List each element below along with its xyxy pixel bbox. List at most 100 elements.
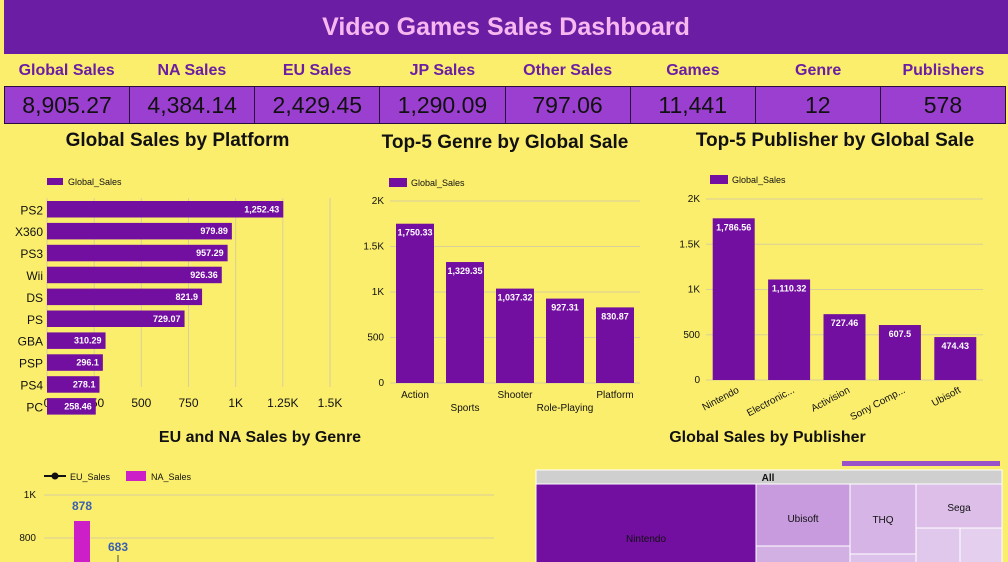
data-label: 821.9 [176, 292, 199, 302]
x-tick-label: 750 [178, 396, 198, 410]
y-tick-label: 1.5K [363, 242, 384, 253]
treemap-label: Sega [947, 503, 971, 514]
category-label: PSP [19, 357, 43, 371]
treemap-label: Ubisoft [787, 514, 818, 525]
data-label: 278.1 [73, 379, 96, 389]
kpi-value-genre: 12 [755, 87, 881, 123]
kpi-label-eu-sales: EU Sales [282, 62, 352, 79]
data-label: 296.1 [76, 358, 99, 368]
data-label: 474.43 [942, 341, 970, 351]
kpi-label-jp-sales: JP Sales [409, 62, 476, 79]
data-label: 310.29 [74, 336, 102, 346]
data-label: 1,786.56 [716, 222, 751, 232]
color-scale-bar [842, 461, 1000, 466]
data-label: 1,252.43 [244, 204, 279, 214]
legend-label: NA_Sales [151, 472, 192, 482]
legend-label: Global_Sales [68, 177, 122, 187]
x-tick-label: 500 [131, 396, 151, 410]
eu-na-chart: EU_Sales NA_Sales 800 1K 878 683 [19, 471, 494, 562]
category-label: Activision [809, 385, 851, 415]
treemap-tile [849, 553, 917, 562]
kpi-value-na-sales: 4,384.14 [130, 87, 256, 123]
data-label: 729.07 [153, 314, 181, 324]
treemap-tile [915, 527, 961, 562]
category-label: PS4 [20, 378, 43, 392]
kpi-value-publishers: 578 [880, 87, 1005, 123]
category-label: Wii [26, 269, 43, 283]
y-tick-label: 1K [372, 287, 385, 298]
x-tick-label: 1.25K [267, 396, 298, 410]
kpi-label-global-sales: Global Sales [18, 62, 115, 79]
kpi-value-other-sales: 797.06 [505, 87, 631, 123]
legend-label: EU_Sales [70, 472, 111, 482]
y-tick-label: 2K [688, 194, 701, 205]
category-label: Sports [451, 403, 480, 414]
legend-marker [51, 472, 59, 480]
y-tick-label: 800 [19, 533, 36, 544]
data-label: 979.89 [200, 226, 228, 236]
data-label: 926.36 [190, 270, 218, 280]
legend-swatch [389, 178, 407, 187]
kpi-values-row: 8,905.27 4,384.14 2,429.45 1,290.09 797.… [4, 86, 1006, 124]
data-label: 830.87 [601, 311, 629, 321]
data-label: 1,110.32 [772, 284, 807, 294]
publisher-bar-chart: 0 500 1K 1.5K 2K Global_Sales 1,786.56 Nintendo… [679, 175, 983, 420]
bar [74, 521, 90, 562]
category-label: Action [401, 390, 429, 401]
treemap-title: Global Sales by Publisher [669, 429, 866, 446]
dashboard-title: Video Games Sales Dashboard [4, 0, 1008, 54]
data-label: 1,037.32 [497, 293, 532, 303]
bar [712, 218, 755, 380]
category-label: Electronic... [745, 385, 796, 419]
platform-bar-chart: 02505007501K1.25K1.5KGlobal_Sales1,252.4… [15, 177, 342, 415]
kpi-label-other-sales: Other Sales [523, 62, 613, 79]
treemap-label: Nintendo [626, 534, 666, 545]
treemap-tile [959, 527, 1003, 562]
kpi-label-na-sales: NA Sales [157, 62, 227, 79]
y-tick-label: 500 [367, 333, 384, 344]
legend-swatch [47, 178, 63, 185]
platform-chart-title: Global Sales by Platform [65, 130, 290, 151]
publisher-treemap: All Nintendo Ubisoft THQ Sega [535, 461, 1003, 562]
kpi-value-global-sales: 8,905.27 [5, 87, 131, 123]
kpi-label-games: Games [666, 62, 720, 79]
treemap-label: THQ [872, 515, 893, 526]
data-label: 607.5 [889, 329, 912, 339]
data-label: 1,329.35 [447, 266, 482, 276]
category-label: PS2 [20, 203, 43, 217]
y-tick-label: 0 [378, 378, 384, 389]
y-tick-label: 0 [694, 375, 700, 386]
data-label: 927.31 [551, 303, 579, 313]
bar [768, 279, 811, 380]
kpi-value-jp-sales: 1,290.09 [380, 87, 506, 123]
genre-bar-chart: 0 500 1K 1.5K 2K Global_Sales 1,750.33 Action 1,… [363, 178, 640, 414]
publisher-chart-title: Top-5 Publisher by Global Sale [695, 130, 975, 151]
legend-label: Global_Sales [411, 178, 465, 188]
y-tick-label: 2K [372, 196, 385, 207]
category-label: Shooter [497, 390, 533, 401]
category-label: PS [27, 313, 43, 327]
x-tick-label: 1K [228, 396, 243, 410]
kpi-label-publishers: Publishers [902, 62, 985, 79]
data-label: 258.46 [64, 401, 92, 411]
y-tick-label: 1K [688, 285, 701, 296]
legend-swatch [710, 175, 728, 184]
y-tick-label: 1.5K [679, 239, 700, 250]
treemap-root-label: All [762, 473, 775, 484]
category-label: PS3 [20, 247, 43, 261]
bar [446, 262, 484, 383]
kpi-value-games: 11,441 [630, 87, 756, 123]
data-label: 957.29 [196, 248, 224, 258]
legend-label: Global_Sales [732, 175, 786, 185]
category-label: Platform [596, 390, 633, 401]
bar [496, 288, 534, 383]
y-tick-label: 1K [24, 490, 37, 501]
data-label: 683 [108, 540, 128, 554]
kpi-value-eu-sales: 2,429.45 [255, 87, 381, 123]
bar [396, 223, 434, 383]
category-label: Role-Playing [537, 403, 594, 414]
data-label: 1,750.33 [397, 228, 432, 238]
category-label: Sony Comp... [849, 385, 908, 420]
data-label: 727.46 [831, 318, 859, 328]
data-label: 878 [72, 499, 92, 513]
